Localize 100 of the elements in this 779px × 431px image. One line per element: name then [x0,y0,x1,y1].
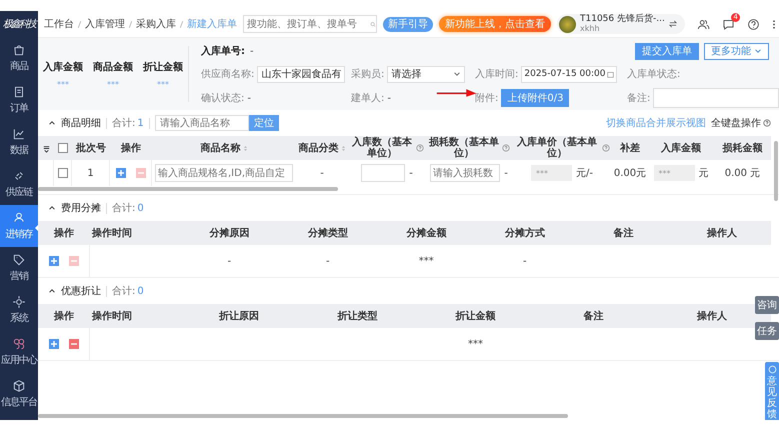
table-cell: - [522,256,527,266]
sort-arrows-icon[interactable] [340,144,346,152]
column-header: 分摊方式 [504,228,545,238]
column-header: 操作 [54,310,74,322]
sort-icon[interactable] [42,144,50,152]
column-header: 入库金额 [661,142,701,154]
column-header: 商品名称 [200,142,240,154]
supplier-field[interactable]: 山东十家园食品有 [257,66,346,82]
help-icon[interactable] [763,119,771,127]
slash-icon [179,20,184,28]
table-cell-text: 0.00元 [614,167,646,180]
side-tab[interactable]: 咨询 [755,296,779,314]
collapse-icon[interactable] [48,204,56,212]
remark-field[interactable] [653,88,779,108]
keyboard-mode-label[interactable]: 全键盘操作 [711,116,761,130]
scrollbar[interactable] [38,414,568,418]
column-header: 分摊金额 [406,228,446,238]
column-header: 操作 [54,228,74,238]
document-icon [12,85,26,99]
table-cell: - [227,256,232,266]
user-chip[interactable]: T11056 先锋后货-... xkhh [557,14,685,34]
chevron-down-icon [453,70,462,78]
table-cell: *** [418,256,434,266]
sidebar-item[interactable]: 订单 [0,79,38,121]
column-header: 分摊类型 [308,228,348,238]
column-header: 备注 [584,310,604,322]
column-header: 备注 [613,228,634,238]
add-row-button[interactable] [116,168,126,178]
column-header: 操作人 [696,310,727,322]
table-cell-text: 0.00 元 [724,167,760,180]
field-label: 附件: [475,92,498,105]
scrollbar[interactable] [774,141,778,201]
unit-label: 元 [698,167,708,180]
sidebar-item[interactable]: 信息平台 [0,373,38,415]
field-label: 供应商名称: [201,68,254,81]
more-icon[interactable] [772,18,776,30]
help-icon[interactable] [746,18,760,30]
checkbox[interactable] [58,143,68,153]
total-count: 1 [137,118,144,128]
stat-value: *** [57,80,69,88]
sidebar-item[interactable]: 商品 [0,37,38,79]
table-cell: - [326,256,330,266]
sidebar-item[interactable]: 应用中心 [0,331,38,373]
product-search-field[interactable]: 请输入商品名称 [154,115,249,131]
table-input[interactable]: 请输入损耗数 [430,164,500,182]
sort-arrows-icon[interactable] [242,144,248,152]
checkbox[interactable] [58,168,68,178]
sidebar-item[interactable]: 供应链 [0,163,38,205]
table-input[interactable]: 输入商品规格名,ID,商品自定 [155,164,293,182]
date-field[interactable]: 2025-07-15 00:00 [521,66,618,82]
total-label: 合计: [112,116,136,130]
column-header: 入库数（基本单位） [351,137,413,159]
field-label: 入库时间: [475,68,518,81]
sidebar-item[interactable]: 营销 [0,247,38,289]
sidebar-item[interactable]: 进销存 [0,205,38,247]
sidebar-item[interactable]: 系统 [0,289,38,331]
search-field[interactable]: 搜功能、搜订单、搜单号 [243,15,377,33]
add-row-button[interactable] [48,339,58,349]
section-title: 优惠折让 [61,284,101,298]
remove-row-button[interactable] [68,339,78,349]
section-title: 费用分摊 [61,202,101,215]
user-account: xkhh [580,24,601,33]
add-row-button[interactable] [48,256,58,266]
breadcrumb-link[interactable]: 采购入库 [136,17,176,31]
stat-value: *** [157,80,169,88]
more-dropdown[interactable]: 更多功能 [704,42,769,60]
readonly-field: *** [654,165,694,181]
table-cell: - [320,168,324,178]
column-header: 分摊原因 [209,228,250,238]
stat-label: 入库金额 [43,60,83,74]
column-header: 补差 [620,142,640,154]
avatar [559,16,576,32]
field-value: - [247,92,251,104]
column-header: 损耗金额 [722,142,762,154]
table-input[interactable] [361,164,406,182]
collapse-icon[interactable] [48,119,56,127]
collapse-icon[interactable] [48,287,56,295]
stat-label: 折让金额 [143,60,183,74]
scrollbar[interactable] [38,187,338,191]
column-header: 操作人 [706,228,737,238]
select-field[interactable]: 请选择 [387,66,466,82]
column-header: 操作 [121,142,141,154]
field-label: 建单人: [351,92,384,105]
sidebar-item[interactable]: 数据 [0,121,38,163]
message-icon[interactable] [722,18,735,30]
breadcrumb-link[interactable]: 工作台 [44,17,74,31]
chart-icon [12,127,26,141]
column-header: 操作时间 [92,310,132,322]
slash-icon [77,20,82,28]
people-icon[interactable] [696,18,710,30]
user-name: T11056 先锋后货-... [580,15,665,24]
logo[interactable]: 极鑫科技 [0,11,38,37]
side-tab[interactable]: 任务 [755,322,779,340]
unit-label: 元/- [576,167,593,180]
field-label: 采购员: [351,68,384,81]
field-label: 确认状态: [201,92,244,105]
unit-label: - [504,168,508,178]
column-header: 折让类型 [337,310,378,322]
column-header: 批次号 [76,142,106,154]
breadcrumb-link[interactable]: 入库管理 [85,17,125,31]
